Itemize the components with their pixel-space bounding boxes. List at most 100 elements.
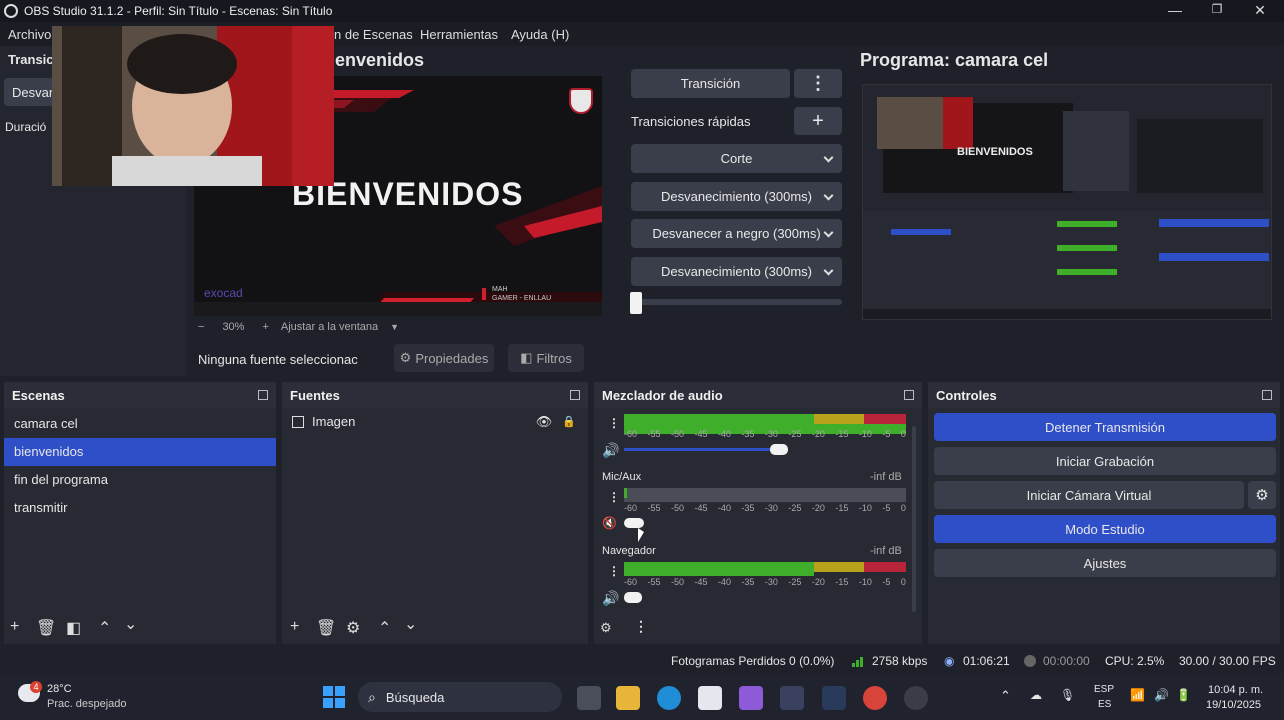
t-bar-handle[interactable] xyxy=(630,292,642,314)
quick-transition-3[interactable]: Desvanecimiento (300ms) xyxy=(631,257,842,286)
source-context-bar: Ninguna fuente seleccionac ⚙ Propiedades … xyxy=(192,342,932,374)
weather-desc: Prac. despejado xyxy=(47,698,127,710)
close-icon[interactable]: ✕ xyxy=(1250,2,1270,19)
clock-time[interactable]: 10:04 p. m. xyxy=(1208,684,1263,696)
scene-item[interactable]: camara cel xyxy=(4,410,276,438)
obs-logo-icon xyxy=(4,4,18,18)
move-down-icon[interactable]: ⌄ xyxy=(124,614,137,634)
volume-icon[interactable]: 🔊 xyxy=(1154,688,1169,702)
scene-item-selected[interactable]: bienvenidos xyxy=(4,438,276,466)
track-menu-icon[interactable]: ⋮ xyxy=(608,564,620,578)
copilot-icon[interactable] xyxy=(739,686,763,710)
undock-icon[interactable] xyxy=(258,390,268,400)
mixer-menu-icon[interactable]: ⋮ xyxy=(634,618,648,635)
settings-button[interactable]: Ajustes xyxy=(934,549,1276,577)
minimize-icon[interactable]: — xyxy=(1165,2,1185,18)
track-2-meter-b xyxy=(624,498,906,502)
filters-label: Filtros xyxy=(536,350,572,366)
undock-icon[interactable] xyxy=(570,390,580,400)
quick-transition-3-label: Desvanecimiento (300ms) xyxy=(660,264,812,279)
battery-icon[interactable]: 🔋 xyxy=(1176,688,1191,702)
transition-button[interactable]: Transición xyxy=(631,69,790,98)
virtual-camera-button[interactable]: Iniciar Cámara Virtual xyxy=(934,481,1244,509)
maximize-icon[interactable]: ❐ xyxy=(1207,2,1227,16)
edge-icon[interactable] xyxy=(657,686,681,710)
gear-icon[interactable]: ⚙ xyxy=(346,618,360,638)
studio-mode-button[interactable]: Modo Estudio xyxy=(934,515,1276,543)
trash-icon[interactable]: 🗑 xyxy=(316,618,336,638)
quick-transition-2[interactable]: Desvanecer a negro (300ms) xyxy=(631,219,842,248)
filters-button[interactable]: ◧ Filtros xyxy=(508,344,584,372)
menu-herramientas[interactable]: Herramientas xyxy=(420,27,498,42)
app-icon[interactable] xyxy=(822,686,846,710)
muted-speaker-icon[interactable]: 🔇 xyxy=(602,516,617,530)
quick-transitions-label: Transiciones rápidas xyxy=(631,114,751,129)
zoom-level: 30% xyxy=(222,321,245,333)
track-menu-icon[interactable]: ⋮ xyxy=(608,416,620,430)
eye-icon[interactable]: 👁 xyxy=(536,408,553,436)
windows-start-icon[interactable] xyxy=(323,686,345,708)
menu-archivo[interactable]: Archivo xyxy=(8,27,51,42)
scene-item[interactable]: fin del programa xyxy=(4,466,276,494)
fit-dropdown-icon[interactable]: ▼ xyxy=(390,322,399,332)
properties-button[interactable]: ⚙ Propiedades xyxy=(394,344,494,372)
move-down-icon[interactable]: ⌄ xyxy=(404,614,417,634)
file-explorer-icon[interactable] xyxy=(616,686,640,710)
advanced-audio-icon[interactable]: ⚙ xyxy=(600,620,612,636)
chrome-icon[interactable] xyxy=(863,686,887,710)
speaker-icon[interactable]: 🔊 xyxy=(602,590,619,607)
wifi-icon[interactable]: 📶 xyxy=(1130,688,1145,702)
task-view-icon[interactable] xyxy=(577,686,601,710)
menu-escenas[interactable]: n de Escenas xyxy=(334,27,413,42)
speaker-icon[interactable]: 🔊 xyxy=(602,442,619,459)
menu-ayuda[interactable]: Ayuda (H) xyxy=(511,27,569,42)
exocad-icon[interactable] xyxy=(780,686,804,710)
quick-transition-1[interactable]: Desvanecimiento (300ms) xyxy=(631,182,842,211)
undock-icon[interactable] xyxy=(904,390,914,400)
transition-menu-icon[interactable]: ⋮ xyxy=(794,69,842,98)
add-scene-icon[interactable]: + xyxy=(10,618,19,636)
program-title: Programa: camara cel xyxy=(860,50,1049,70)
cloud-icon[interactable]: ☁ xyxy=(1030,688,1042,702)
obs-taskbar-icon[interactable] xyxy=(904,686,928,710)
zoom-out-icon[interactable]: − xyxy=(198,321,204,333)
microphone-icon[interactable]: 🎙 xyxy=(1060,688,1075,702)
t-bar-track[interactable] xyxy=(631,299,842,305)
weather-badge: 4 xyxy=(30,681,42,693)
fit-window-label[interactable]: Ajustar a la ventana xyxy=(281,321,378,333)
trash-icon[interactable]: 🗑 xyxy=(36,618,56,638)
undock-icon[interactable] xyxy=(1262,390,1272,400)
zoom-in-icon[interactable]: + xyxy=(262,321,268,333)
add-source-icon[interactable]: + xyxy=(290,618,299,636)
scenes-list: camara cel bienvenidos fin del programa … xyxy=(4,408,276,522)
mixer-scrollbar[interactable] xyxy=(912,426,916,612)
title-bar: OBS Studio 31.1.2 - Perfil: Sin Título -… xyxy=(0,0,1284,22)
lock-icon[interactable]: 🔒 xyxy=(562,408,576,436)
source-item[interactable]: Imagen 👁 🔒 xyxy=(282,408,588,436)
scene-item[interactable]: transmitir xyxy=(4,494,276,522)
tray-expand-icon[interactable]: ⌃ xyxy=(1000,688,1011,704)
start-recording-button[interactable]: Iniciar Grabación xyxy=(934,447,1276,475)
add-quick-transition-icon[interactable]: + xyxy=(794,107,842,135)
track-2-volume-handle[interactable] xyxy=(624,518,644,528)
track-3-volume-handle[interactable] xyxy=(624,592,642,603)
quick-transition-0-label: Corte xyxy=(720,151,753,166)
quick-transition-1-label: Desvanecimiento (300ms) xyxy=(660,189,812,204)
stop-stream-button[interactable]: Detener Transmisión xyxy=(934,413,1276,441)
language-primary[interactable]: ESP xyxy=(1094,684,1114,695)
taskbar-search[interactable]: ⌕ Búsqueda xyxy=(358,682,562,712)
move-up-icon[interactable]: ⌃ xyxy=(378,618,391,638)
language-secondary[interactable]: ES xyxy=(1098,699,1111,710)
clock-date[interactable]: 19/10/2025 xyxy=(1206,699,1261,711)
track-1-volume-handle[interactable] xyxy=(770,444,788,455)
scene-filters-icon[interactable]: ◧ xyxy=(66,618,81,638)
quick-transition-0[interactable]: Corte xyxy=(631,144,842,173)
image-icon xyxy=(292,416,304,428)
track-menu-icon[interactable]: ⋮ xyxy=(608,490,620,504)
gear-icon[interactable]: ⚙ xyxy=(1248,481,1276,509)
temperature: 28°C xyxy=(47,683,72,695)
move-up-icon[interactable]: ⌃ xyxy=(98,618,111,638)
store-icon[interactable] xyxy=(698,686,722,710)
club-badge-icon xyxy=(569,88,593,114)
filters-icon: ◧ xyxy=(520,350,533,365)
